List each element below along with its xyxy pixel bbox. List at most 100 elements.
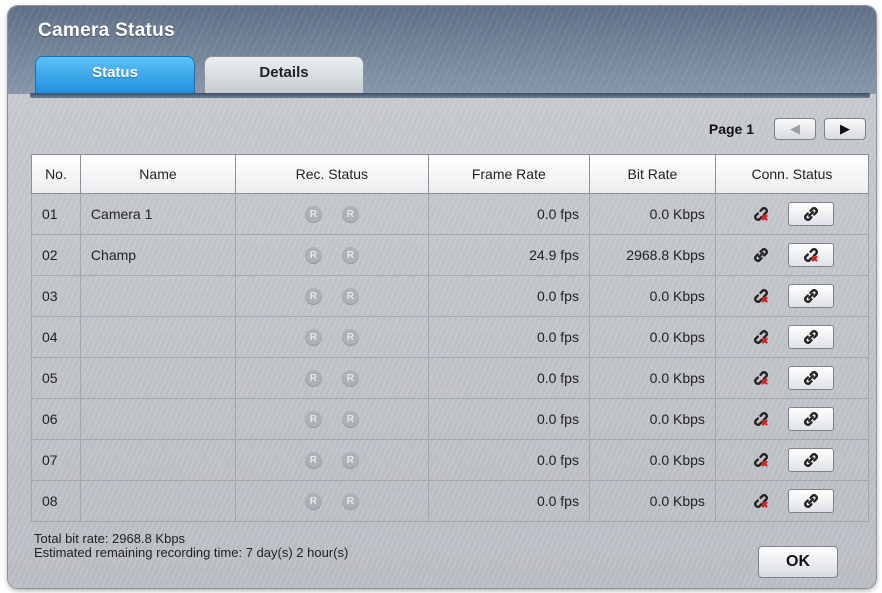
broken-link-icon (750, 203, 772, 225)
camera-status-table: No. Name Rec. Status Frame Rate Bit Rate… (31, 154, 870, 522)
cell-bit-rate: 0.0 Kbps (588, 480, 716, 522)
triangle-left-icon: ◀ (790, 121, 800, 136)
record-badge-icon: R (304, 328, 322, 346)
connect-toggle-button[interactable] (787, 489, 834, 513)
connect-toggle-button[interactable] (787, 325, 834, 349)
cell-conn-status (714, 316, 870, 358)
cell-conn-status (714, 398, 870, 440)
record-badge-icon: R (304, 451, 322, 469)
broken-link-icon (750, 326, 772, 348)
record-badge-icon: R (304, 246, 322, 264)
cell-no: 06 (31, 398, 81, 440)
cell-no: 05 (31, 357, 81, 399)
footer-info: Total bit rate: 2968.8 Kbps Estimated re… (34, 532, 348, 560)
broken-link-icon (800, 244, 822, 266)
conn-status-group (726, 489, 858, 513)
cell-frame-rate: 0.0 fps (427, 193, 590, 235)
table-row: 04 R R 0.0 fps 0.0 Kbps (31, 316, 870, 358)
link-icon (800, 285, 822, 307)
table-row: 03 R R 0.0 fps 0.0 Kbps (31, 275, 870, 317)
record-badge-icon: R (304, 205, 322, 223)
col-header-bit-rate: Bit Rate (588, 154, 716, 194)
record-badge-icon: R (341, 246, 359, 264)
cell-rec-status: RR (235, 357, 429, 399)
cell-bit-rate: 2968.8 Kbps (588, 234, 716, 276)
col-header-no: No. (31, 154, 81, 194)
conn-status-group (726, 366, 858, 390)
cell-frame-rate: 24.9 fps (427, 234, 590, 276)
record-badge-icon: R (304, 369, 322, 387)
conn-status-group (726, 243, 858, 267)
connect-toggle-button[interactable] (787, 202, 834, 226)
broken-link-icon (750, 490, 772, 512)
conn-status-group (726, 202, 858, 226)
page-label: Page 1 (708, 121, 754, 137)
dialog-header: Camera Status Status Details (8, 6, 876, 94)
next-page-button[interactable]: ▶ (824, 118, 866, 140)
record-badge-icon: R (341, 287, 359, 305)
cell-rec-status: RR (235, 234, 429, 276)
remaining-recording-time: Estimated remaining recording time: 7 da… (34, 545, 349, 560)
record-badge-icon: R (341, 369, 359, 387)
camera-status-dialog: Camera Status Status Details Page 1 ◀ ▶ … (8, 6, 876, 588)
connect-toggle-button[interactable] (787, 284, 834, 308)
table-row: 06 R R 0.0 fps 0.0 Kbps (31, 398, 870, 440)
conn-status-group (726, 325, 858, 349)
record-badge-icon: R (341, 410, 359, 428)
cell-name (79, 357, 237, 399)
link-icon (800, 203, 822, 225)
cell-frame-rate: 0.0 fps (427, 439, 590, 481)
cell-name (79, 480, 237, 522)
connect-toggle-button[interactable] (787, 448, 834, 472)
cell-name: Champ (79, 234, 237, 276)
cell-name: Camera 1 (79, 193, 237, 235)
tab-status[interactable]: Status (35, 56, 195, 94)
cell-conn-status (714, 275, 870, 317)
cell-rec-status: RR (235, 316, 429, 358)
cell-frame-rate: 0.0 fps (427, 398, 590, 440)
broken-link-icon (750, 449, 772, 471)
record-badge-icon: R (304, 287, 322, 305)
cell-name (79, 439, 237, 481)
cell-bit-rate: 0.0 Kbps (588, 193, 716, 235)
cell-bit-rate: 0.0 Kbps (588, 398, 716, 440)
cell-bit-rate: 0.0 Kbps (588, 275, 716, 317)
ok-button[interactable]: OK (758, 546, 838, 578)
link-icon (750, 244, 772, 266)
cell-conn-status (714, 193, 870, 235)
table-row: 02 Champ R R 24.9 fps 2968.8 Kbps (31, 234, 870, 276)
record-badge-icon: R (341, 492, 359, 510)
cell-rec-status: RR (235, 439, 429, 481)
record-badge-icon: R (341, 451, 359, 469)
connect-toggle-button[interactable] (787, 407, 834, 431)
record-badge-icon: R (304, 492, 322, 510)
cell-conn-status (714, 439, 870, 481)
cell-frame-rate: 0.0 fps (427, 275, 590, 317)
broken-link-icon (750, 285, 772, 307)
cell-frame-rate: 0.0 fps (427, 480, 590, 522)
col-header-frame-rate: Frame Rate (427, 154, 590, 194)
record-badge-icon: R (304, 410, 322, 428)
cell-conn-status (714, 234, 870, 276)
link-icon (800, 367, 822, 389)
link-icon (800, 490, 822, 512)
connect-toggle-button[interactable] (787, 366, 834, 390)
broken-link-icon (750, 408, 772, 430)
record-badge-icon: R (341, 328, 359, 346)
cell-frame-rate: 0.0 fps (427, 357, 590, 399)
link-icon (800, 449, 822, 471)
cell-no: 03 (31, 275, 81, 317)
tab-details[interactable]: Details (204, 56, 364, 94)
broken-link-icon (750, 367, 772, 389)
connect-toggle-button[interactable] (787, 243, 834, 267)
col-header-name: Name (79, 154, 237, 194)
cell-rec-status: RR (235, 193, 429, 235)
cell-no: 04 (31, 316, 81, 358)
col-header-rec-status: Rec. Status (235, 154, 429, 194)
table-row: 05 R R 0.0 fps 0.0 Kbps (31, 357, 870, 399)
conn-status-group (726, 284, 858, 308)
cell-rec-status: RR (235, 480, 429, 522)
cell-bit-rate: 0.0 Kbps (588, 316, 716, 358)
cell-bit-rate: 0.0 Kbps (588, 439, 716, 481)
prev-page-button[interactable]: ◀ (774, 118, 816, 140)
